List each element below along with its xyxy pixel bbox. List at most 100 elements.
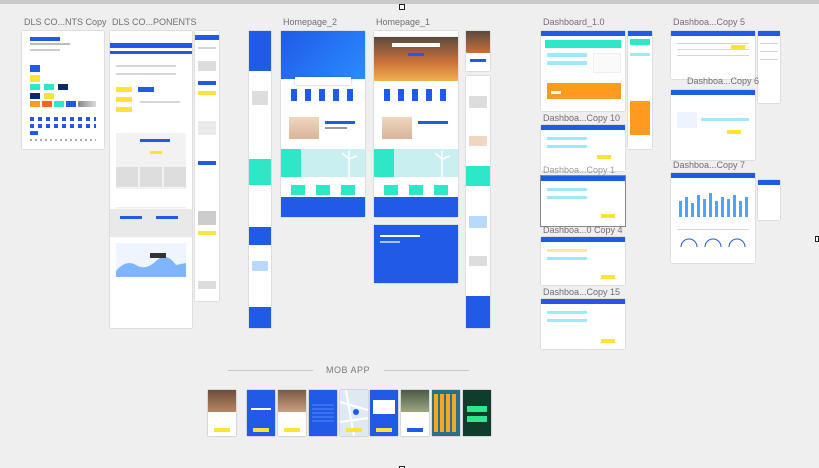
hero-cta — [408, 53, 424, 56]
artboard-homepage-1-mobile[interactable] — [466, 76, 490, 328]
usage-bar — [547, 137, 587, 140]
nav-bar — [671, 31, 755, 36]
teal-header — [630, 39, 650, 45]
artboard-dls-components[interactable] — [110, 31, 192, 328]
artboard-dls-mobile[interactable] — [195, 31, 219, 301]
artboard-copy-5-mobile[interactable] — [758, 31, 780, 103]
nav-bar — [671, 90, 755, 95]
mob-screen-4[interactable] — [309, 390, 337, 436]
artboard-label-copy-15[interactable]: Dashboa...Copy 15 — [543, 287, 620, 297]
usage-bar — [701, 118, 749, 121]
artboard-dashboard-1[interactable] — [541, 31, 625, 111]
artboard-label-homepage-1[interactable]: Homepage_1 — [376, 17, 430, 27]
icon-row — [30, 117, 96, 121]
row — [760, 43, 778, 44]
artboard-dashboard-copy-4[interactable] — [541, 237, 625, 285]
mob-screen-map[interactable] — [340, 390, 368, 436]
row — [677, 49, 749, 50]
cta — [376, 428, 392, 432]
color-swatch-teal — [44, 84, 54, 90]
modal-title — [380, 235, 420, 237]
color-swatch-blue — [66, 101, 76, 107]
mob-screen-2[interactable] — [247, 390, 275, 436]
artboard-small-mobile[interactable] — [466, 31, 490, 71]
nav-bar — [541, 125, 625, 130]
teal-section — [466, 166, 490, 186]
card-button — [150, 151, 162, 154]
artboard-homepage-1-modal[interactable] — [374, 225, 458, 283]
notification — [467, 406, 487, 412]
icon — [30, 131, 38, 135]
map-graphic — [340, 390, 368, 436]
artboard-dashboard-copy-7[interactable] — [671, 173, 755, 263]
nav-bar — [541, 299, 625, 304]
mob-screen-6[interactable] — [370, 390, 398, 436]
artboard-copy-7-mobile[interactable] — [758, 180, 780, 220]
nav-bar — [758, 31, 780, 36]
selection-handle-right[interactable] — [815, 236, 819, 242]
artboard-label-dashboard-1[interactable]: Dashboard_1.0 — [543, 17, 605, 27]
teal-header — [545, 40, 621, 48]
row — [140, 101, 180, 103]
search-strip — [295, 77, 351, 85]
selection-handle-top[interactable] — [399, 4, 405, 10]
mob-screen-1[interactable] — [208, 390, 236, 436]
artboard-dashboard-copy-15[interactable] — [541, 299, 625, 349]
gauge-row — [680, 238, 746, 248]
text — [251, 408, 271, 410]
banner-text — [120, 216, 142, 219]
artboard-label-dls-copy[interactable]: DLS CO...NTS Copy — [24, 17, 107, 27]
photo — [401, 390, 429, 412]
hero-block — [249, 31, 271, 71]
mob-screen-lockscreen[interactable] — [463, 390, 491, 436]
artboard-label-copy-4[interactable]: Dashboa...0 Copy 4 — [543, 225, 623, 235]
row — [116, 73, 176, 75]
cta — [214, 428, 230, 432]
cta — [601, 339, 615, 343]
image-placeholder — [469, 96, 487, 108]
dls-headline-block — [30, 37, 60, 41]
artboard-label-copy-7[interactable]: Dashboa...Copy 7 — [673, 160, 745, 170]
cta — [407, 428, 423, 432]
artboard-label-dls[interactable]: DLS CO...PONENTS — [112, 17, 197, 27]
teal-panel — [281, 149, 301, 177]
button-sample — [198, 91, 216, 95]
icon-row — [30, 124, 96, 128]
cta — [253, 428, 269, 432]
mob-screen-3[interactable] — [278, 390, 306, 436]
artboard-homepage-1[interactable] — [374, 31, 458, 217]
keypad — [312, 404, 334, 422]
section-divider-left — [228, 370, 313, 371]
design-canvas[interactable]: DLS CO...NTS Copy DLS CO...PONENTS Homep… — [0, 0, 819, 468]
banner-text — [156, 216, 178, 219]
artboard-dls-copy[interactable] — [22, 31, 104, 149]
cta — [284, 428, 300, 432]
artboard-homepage-2[interactable] — [281, 31, 365, 217]
image-placeholder — [252, 91, 268, 105]
button-sample — [138, 87, 154, 92]
grayscale-swatches — [78, 101, 96, 107]
artboard-label-homepage-2[interactable]: Homepage_2 — [283, 17, 337, 27]
nav-bar — [541, 237, 625, 242]
photo-family — [469, 136, 487, 146]
artboard-dashboard-copy-5[interactable] — [671, 31, 755, 79]
color-swatch-yellow — [30, 75, 40, 82]
artboard-dashboard-1-mobile[interactable] — [628, 31, 652, 149]
color-swatch-red — [42, 101, 52, 107]
hero-title — [418, 121, 448, 124]
artboard-homepage-2-mobile[interactable] — [249, 31, 271, 328]
artboard-label-copy-5[interactable]: Dashboa...Copy 5 — [673, 17, 745, 27]
usage-bar — [547, 61, 587, 65]
artboard-dashboard-copy-6[interactable] — [671, 90, 755, 160]
image-placeholder — [198, 61, 216, 71]
color-swatch-teal — [54, 101, 64, 107]
button-sample — [116, 87, 132, 92]
artboard-label-copy-10[interactable]: Dashboa...Copy 10 — [543, 113, 620, 123]
hero-banner — [281, 31, 365, 79]
artboard-label-overlap[interactable]: Dashboa...Copy 1 — [543, 165, 615, 175]
mob-screen-7[interactable] — [401, 390, 429, 436]
mob-screen-homescreen[interactable] — [432, 390, 460, 436]
row — [116, 65, 176, 67]
artboard-dashboard-selected[interactable] — [541, 176, 625, 226]
artboard-label-copy-6[interactable]: Dashboa...Copy 6 — [687, 76, 759, 86]
